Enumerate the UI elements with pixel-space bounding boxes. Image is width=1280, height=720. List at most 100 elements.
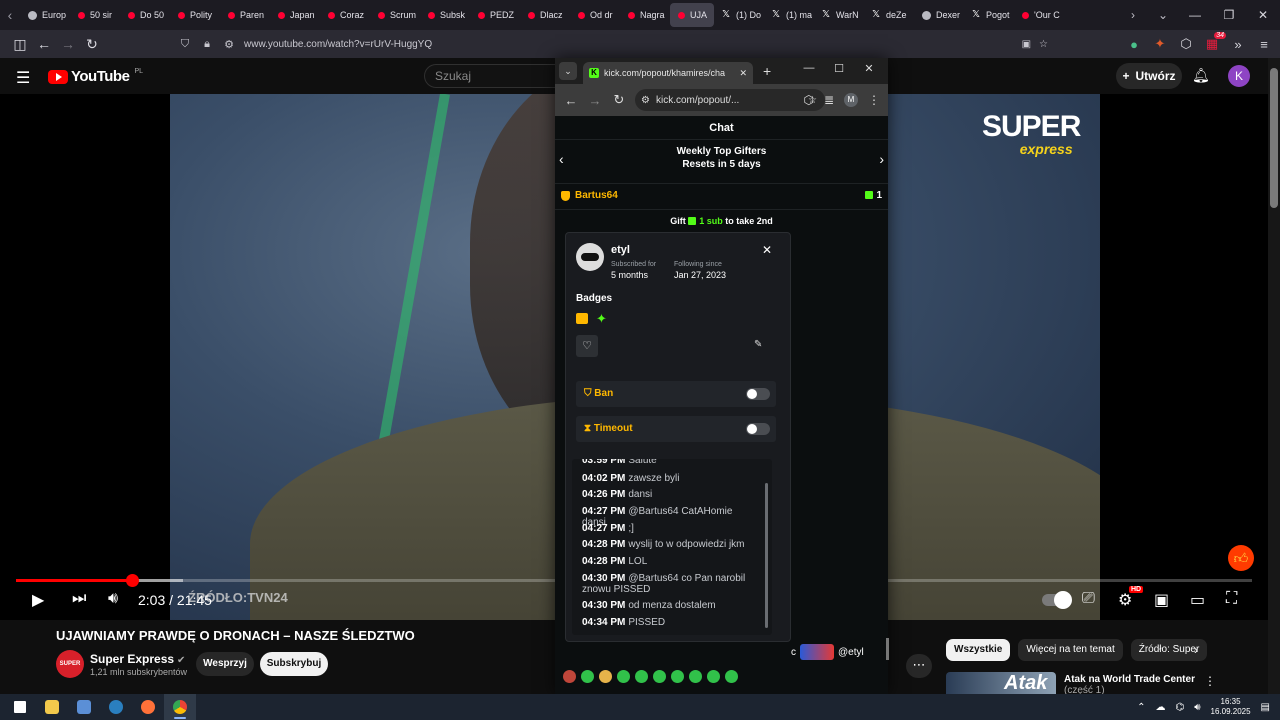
- emote-icon[interactable]: [599, 670, 612, 683]
- browser-tab[interactable]: Do 50: [120, 0, 170, 30]
- browser-tab[interactable]: Polity: [170, 0, 220, 30]
- like-reaction-icon[interactable]: 👍︎: [1228, 545, 1254, 571]
- popout-reload-icon[interactable]: ↻: [607, 92, 631, 108]
- youtube-logo[interactable]: YouTube PL: [48, 68, 143, 85]
- restore-icon[interactable]: ❐: [1212, 8, 1246, 22]
- back-icon[interactable]: ←: [32, 36, 56, 52]
- lock-icon[interactable]: 🔒︎: [200, 38, 214, 51]
- gifters-next-icon[interactable]: ›: [879, 151, 884, 167]
- theater-mode-icon[interactable]: ▭: [1190, 590, 1205, 610]
- page-scrollbar[interactable]: [1268, 58, 1280, 698]
- browser-tab[interactable]: Paren: [220, 0, 270, 30]
- top-gifter-row[interactable]: Bartus64 1: [555, 184, 888, 210]
- subscribe-button[interactable]: Subskrybuj: [260, 652, 328, 676]
- browser-tab[interactable]: Europ: [20, 0, 70, 30]
- search-input[interactable]: Szukaj: [424, 64, 564, 88]
- volume-icon[interactable]: 🔊︎: [108, 590, 118, 608]
- emote-icon[interactable]: [653, 670, 666, 683]
- channel-avatar[interactable]: SUPER: [56, 650, 84, 678]
- browser-tab[interactable]: Od dr: [570, 0, 620, 30]
- more-actions-button[interactable]: ⋯: [906, 654, 932, 678]
- channel-name-text[interactable]: Super Express: [90, 652, 174, 666]
- emote-icon[interactable]: [581, 670, 594, 683]
- steam-icon[interactable]: [100, 694, 132, 720]
- pin-user-icon[interactable]: ✎: [754, 339, 762, 350]
- emote-icon[interactable]: [707, 670, 720, 683]
- notifications-icon[interactable]: ▤: [1261, 702, 1270, 713]
- browser-tab[interactable]: 'Our C: [1014, 0, 1064, 30]
- file-explorer-icon[interactable]: [36, 694, 68, 720]
- list-all-tabs-icon[interactable]: ⌄: [1148, 8, 1178, 22]
- browser-tab[interactable]: Dlacz: [520, 0, 570, 30]
- minimize-icon[interactable]: —: [1178, 8, 1212, 22]
- gift-prompt[interactable]: Gift 1 sub to take 2nd: [555, 216, 888, 226]
- network-icon[interactable]: ⌬: [1175, 702, 1184, 713]
- emote-icon[interactable]: [617, 670, 630, 683]
- popout-menu-icon[interactable]: ⋮: [868, 93, 880, 107]
- support-button[interactable]: Wesprzyj: [196, 652, 254, 676]
- popout-media-icon[interactable]: ≣: [824, 93, 834, 107]
- notification-extension-icon[interactable]: ▦ 34: [1204, 32, 1226, 52]
- chrome-icon[interactable]: [164, 694, 196, 720]
- tab-search-icon[interactable]: ⌄: [559, 62, 577, 80]
- vpn-extension-icon[interactable]: ●: [1126, 37, 1142, 52]
- cloud-icon[interactable]: ☁: [1155, 702, 1165, 713]
- sidebar-toggle-icon[interactable]: ◫: [8, 36, 32, 53]
- tab-scroll-right-icon[interactable]: ›: [1118, 8, 1148, 22]
- popout-tab[interactable]: K kick.com/popout/khamires/cha ✕: [583, 62, 753, 84]
- taskbar-clock[interactable]: 16:35 16.09.2025: [1211, 697, 1251, 717]
- browser-tab[interactable]: 𝕏 WarN: [814, 0, 864, 30]
- reader-view-icon[interactable]: ▣: [1022, 39, 1031, 50]
- popout-back-icon[interactable]: ←: [559, 93, 583, 108]
- recommended-menu-icon[interactable]: ⋮: [1204, 674, 1216, 688]
- browser-tab[interactable]: Scrum: [370, 0, 420, 30]
- firefox-icon[interactable]: [132, 694, 164, 720]
- popout-minimize-icon[interactable]: —: [794, 62, 824, 75]
- notifications-bell-icon[interactable]: 🔔︎: [1192, 67, 1210, 84]
- overflow-chevron-icon[interactable]: »: [1230, 37, 1246, 52]
- filter-chip[interactable]: Wszystkie: [946, 639, 1011, 661]
- browser-tab[interactable]: Dexer: [914, 0, 964, 30]
- fullscreen-icon[interactable]: ⛶: [1226, 590, 1237, 608]
- create-button[interactable]: + Utwórz: [1116, 63, 1182, 89]
- shield-icon[interactable]: ⛉: [178, 38, 192, 51]
- browser-tab[interactable]: Coraz: [320, 0, 370, 30]
- next-icon[interactable]: ⏭︎: [72, 590, 86, 608]
- user-message-history[interactable]: 03:59 PM Salute 04:02 PM zawsze byli 04:26 P…: [572, 459, 772, 635]
- autoplay-toggle[interactable]: [1042, 591, 1072, 609]
- browser-tab[interactable]: Nagra: [620, 0, 670, 30]
- popout-maximize-icon[interactable]: ☐: [824, 62, 854, 75]
- guide-menu-icon[interactable]: ☰: [16, 68, 30, 88]
- browser-tab[interactable]: 𝕏 Pogot: [964, 0, 1014, 30]
- browser-tab[interactable]: PEDZ: [470, 0, 520, 30]
- filter-chip[interactable]: Więcej na ten temat: [1018, 639, 1123, 661]
- top-gifter-name[interactable]: Bartus64: [575, 190, 618, 201]
- message-history-scrollbar[interactable]: [765, 483, 768, 628]
- timeout-toggle[interactable]: [746, 423, 770, 435]
- user-card-close-icon[interactable]: ✕: [762, 243, 772, 257]
- new-tab-icon[interactable]: +: [763, 63, 771, 79]
- chips-next-icon[interactable]: ›: [1194, 643, 1198, 657]
- bookmark-star-icon[interactable]: ☆: [1039, 39, 1048, 50]
- emote-icon[interactable]: [563, 670, 576, 683]
- recommended-title[interactable]: Atak na World Trade Center (część 1): [1064, 674, 1195, 696]
- user-card-username[interactable]: etyl: [611, 244, 630, 256]
- account-avatar[interactable]: K: [1228, 65, 1250, 87]
- chat-mention[interactable]: @etyl: [838, 647, 864, 658]
- permissions-icon[interactable]: ⚙: [222, 38, 236, 51]
- emote-icon[interactable]: [689, 670, 702, 683]
- tab-scroll-left-icon[interactable]: ‹: [0, 0, 20, 30]
- recommended-title-text[interactable]: Atak na World Trade Center: [1064, 674, 1195, 685]
- settings-gear-icon[interactable]: ⚙: [1118, 590, 1132, 610]
- computer-icon[interactable]: [68, 694, 100, 720]
- page-scrollbar-thumb[interactable]: [1270, 68, 1278, 208]
- extensions-icon[interactable]: ⬡: [1178, 36, 1194, 52]
- subtitles-icon[interactable]: ⎚: [1082, 590, 1095, 608]
- miniplayer-icon[interactable]: ▣: [1154, 590, 1169, 610]
- emote-icon[interactable]: [635, 670, 648, 683]
- browser-tab[interactable]: 𝕏 (1) ma: [764, 0, 814, 30]
- popout-scrollbar[interactable]: [886, 638, 889, 660]
- ban-toggle[interactable]: [746, 388, 770, 400]
- forward-icon[interactable]: →: [56, 36, 80, 52]
- browser-tab[interactable]: 𝕏deZe: [864, 0, 914, 30]
